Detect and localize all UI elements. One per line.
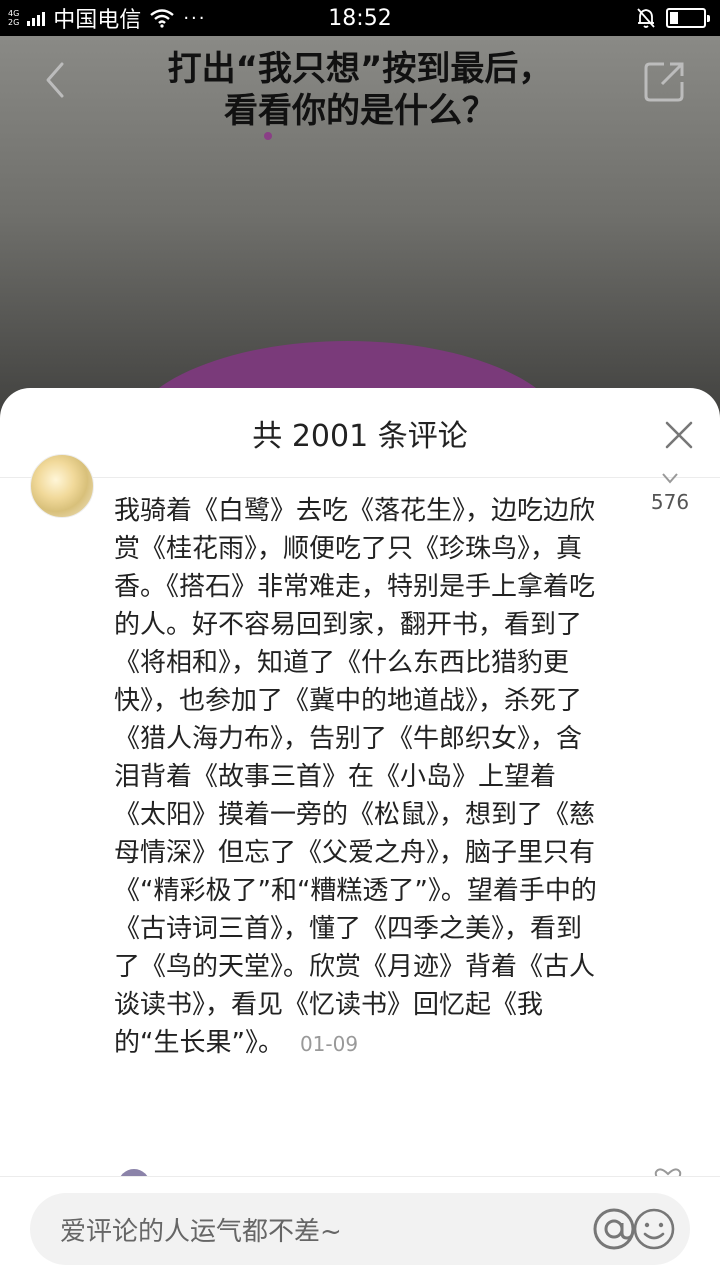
wifi-icon	[150, 9, 175, 28]
battery-level	[670, 12, 678, 24]
share-icon[interactable]	[642, 58, 688, 104]
at-icon[interactable]	[590, 1205, 638, 1253]
status-bar: 4G 2G 中国电信 ··· 18:52	[0, 0, 720, 36]
carrier-name: 中国电信	[53, 8, 142, 33]
comment-item: 576 我骑着《白鹭》去吃《落花生》，边吃边欣赏《桂花雨》，顺便吃了只《珍珠鸟》…	[0, 454, 720, 1178]
comments-count-title: 共 2001 条评论	[252, 418, 468, 454]
heart-icon[interactable]	[659, 472, 681, 486]
avatar[interactable]	[30, 454, 94, 518]
mute-bell-icon	[637, 8, 655, 28]
video-decoration	[264, 132, 272, 140]
comments-sheet: 共 2001 条评论 576 我骑着《白鹭》去吃《落花生》，边吃边欣赏《桂花雨》…	[0, 388, 720, 1280]
emoji-icon[interactable]	[632, 1207, 676, 1251]
comment-date: 01-09	[299, 1032, 359, 1056]
video-player[interactable]: 打出“我只想”按到最后， 看看你的是什么？	[0, 36, 720, 436]
video-title-line2: 看看你的是什么？	[224, 91, 496, 131]
video-title-line1: 打出“我只想”按到最后，	[167, 49, 553, 89]
signal-icon	[27, 10, 46, 26]
more-indicator: ···	[183, 7, 207, 29]
comment-input[interactable]: 爱评论的人运气都不差~	[30, 1193, 690, 1265]
network-type: 4G 2G	[8, 9, 19, 27]
network-top: 4G	[8, 9, 20, 18]
comment-body[interactable]: 我骑着《白鹭》去吃《落花生》，边吃边欣赏《桂花雨》，顺便吃了只《珍珠鸟》，真香。…	[114, 492, 604, 1063]
like-area[interactable]: 576	[640, 472, 700, 514]
comment-input-bar: 爱评论的人运气都不差~	[0, 1176, 720, 1280]
like-count: 576	[650, 490, 690, 514]
close-icon[interactable]	[662, 418, 696, 452]
comments-header: 共 2001 条评论	[0, 388, 720, 478]
comment-text: 我骑着《白鹭》去吃《落花生》，边吃边欣赏《桂花雨》，顺便吃了只《珍珠鸟》，真香。…	[114, 496, 597, 1058]
video-title: 打出“我只想”按到最后， 看看你的是什么？	[0, 48, 720, 132]
battery-icon	[666, 8, 710, 28]
back-arrow-icon[interactable]	[36, 60, 76, 100]
status-left: 4G 2G 中国电信 ···	[8, 2, 206, 34]
network-bottom: 2G	[8, 18, 20, 27]
status-right	[634, 6, 710, 30]
comment-input-placeholder: 爱评论的人运气都不差~	[60, 1216, 342, 1247]
